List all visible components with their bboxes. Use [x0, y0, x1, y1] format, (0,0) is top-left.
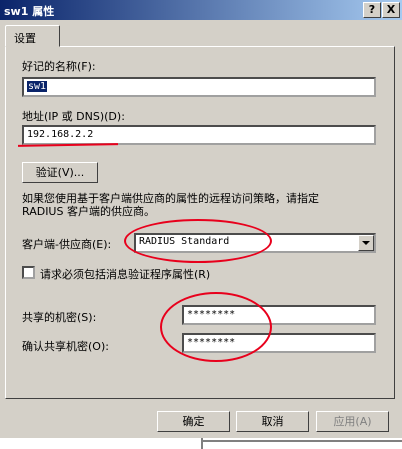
message-authenticator-label: 请求必须包括消息验证程序属性(R): [40, 268, 211, 281]
ok-button[interactable]: 确定: [157, 411, 230, 432]
message-authenticator-checkbox[interactable]: [22, 266, 35, 279]
apply-button[interactable]: 应用(A): [316, 411, 389, 432]
address-input[interactable]: 192.168.2.2: [22, 125, 376, 145]
address-value: 192.168.2.2: [27, 129, 94, 140]
cancel-button[interactable]: 取消: [236, 411, 309, 432]
title-bar[interactable]: sw1 属性 ? X: [0, 0, 402, 20]
tab-settings-label: 设置: [14, 32, 36, 45]
background-window-edge: [201, 440, 402, 442]
tab-settings[interactable]: 设置: [5, 25, 60, 47]
shared-secret-label: 共享的机密(S):: [22, 311, 97, 324]
address-label: 地址(IP 或 DNS)(D):: [22, 110, 125, 123]
secret-annotation-circle: [160, 292, 272, 362]
confirm-secret-label: 确认共享机密(O):: [22, 340, 109, 353]
friendly-name-input[interactable]: sw1: [22, 77, 376, 97]
friendly-name-value: sw1: [27, 81, 48, 92]
window-title: sw1 属性: [4, 5, 55, 18]
vendor-label: 客户端-供应商(E):: [22, 238, 112, 251]
help-button[interactable]: ?: [363, 2, 381, 18]
properties-dialog: sw1 属性 ? X 设置 好记的名称(F): sw1 地址(IP 或 DNS)…: [0, 0, 402, 438]
verify-button[interactable]: 验证(V)...: [22, 162, 98, 183]
vendor-annotation-circle: [124, 219, 272, 263]
friendly-name-label: 好记的名称(F):: [22, 60, 96, 73]
description-line-2: RADIUS 客户端的供应商。: [22, 205, 155, 218]
chevron-down-icon[interactable]: [358, 235, 374, 251]
background-window-edge-left: [201, 438, 203, 449]
close-button[interactable]: X: [382, 2, 400, 18]
